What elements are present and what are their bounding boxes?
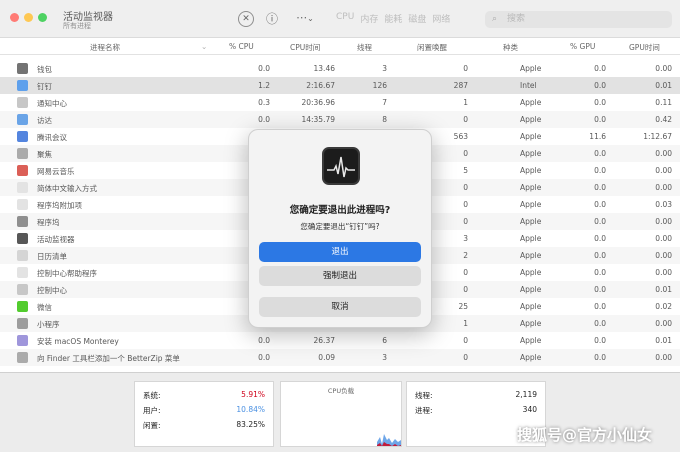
force-quit-button[interactable]: 强制退出 <box>259 266 421 286</box>
activity-monitor-app-icon <box>322 147 360 185</box>
idle-value: 83.25% <box>236 420 265 429</box>
cpu-load-sparkline <box>377 434 401 446</box>
quit-button[interactable]: 退出 <box>259 242 421 262</box>
cpu-load-graph: CPU负载 <box>280 381 402 447</box>
activity-monitor-window: 活动监视器 所有进程 ✕ ⓘ ⋯⌄ CPU 内存 能耗 磁盘 网络 ⌕ 搜索 进… <box>0 0 680 452</box>
quit-process-dialog: 您确定要退出此进程吗? 您确定要退出“钉钉”吗? 退出 强制退出 取消 <box>248 129 432 328</box>
threads-label: 线程: <box>415 391 433 400</box>
user-label: 用户: <box>143 406 161 415</box>
system-label: 系统: <box>143 391 161 400</box>
threads-value: 2,119 <box>515 390 537 399</box>
processes-value: 340 <box>522 405 537 414</box>
cancel-button[interactable]: 取消 <box>259 297 421 317</box>
dialog-message: 您确定要退出“钉钉”吗? <box>300 222 380 231</box>
heartbeat-icon <box>327 156 355 178</box>
dialog-title: 您确定要退出此进程吗? <box>289 205 391 216</box>
watermark: 搜狐号@官方小仙女 <box>517 426 653 444</box>
processes-label: 进程: <box>415 406 433 415</box>
system-value: 5.91% <box>241 390 265 399</box>
idle-label: 闲置: <box>143 421 161 430</box>
cpu-usage-breakdown: 系统: 5.91% 用户: 10.84% 闲置: 83.25% <box>134 381 274 447</box>
user-value: 10.84% <box>236 405 265 414</box>
